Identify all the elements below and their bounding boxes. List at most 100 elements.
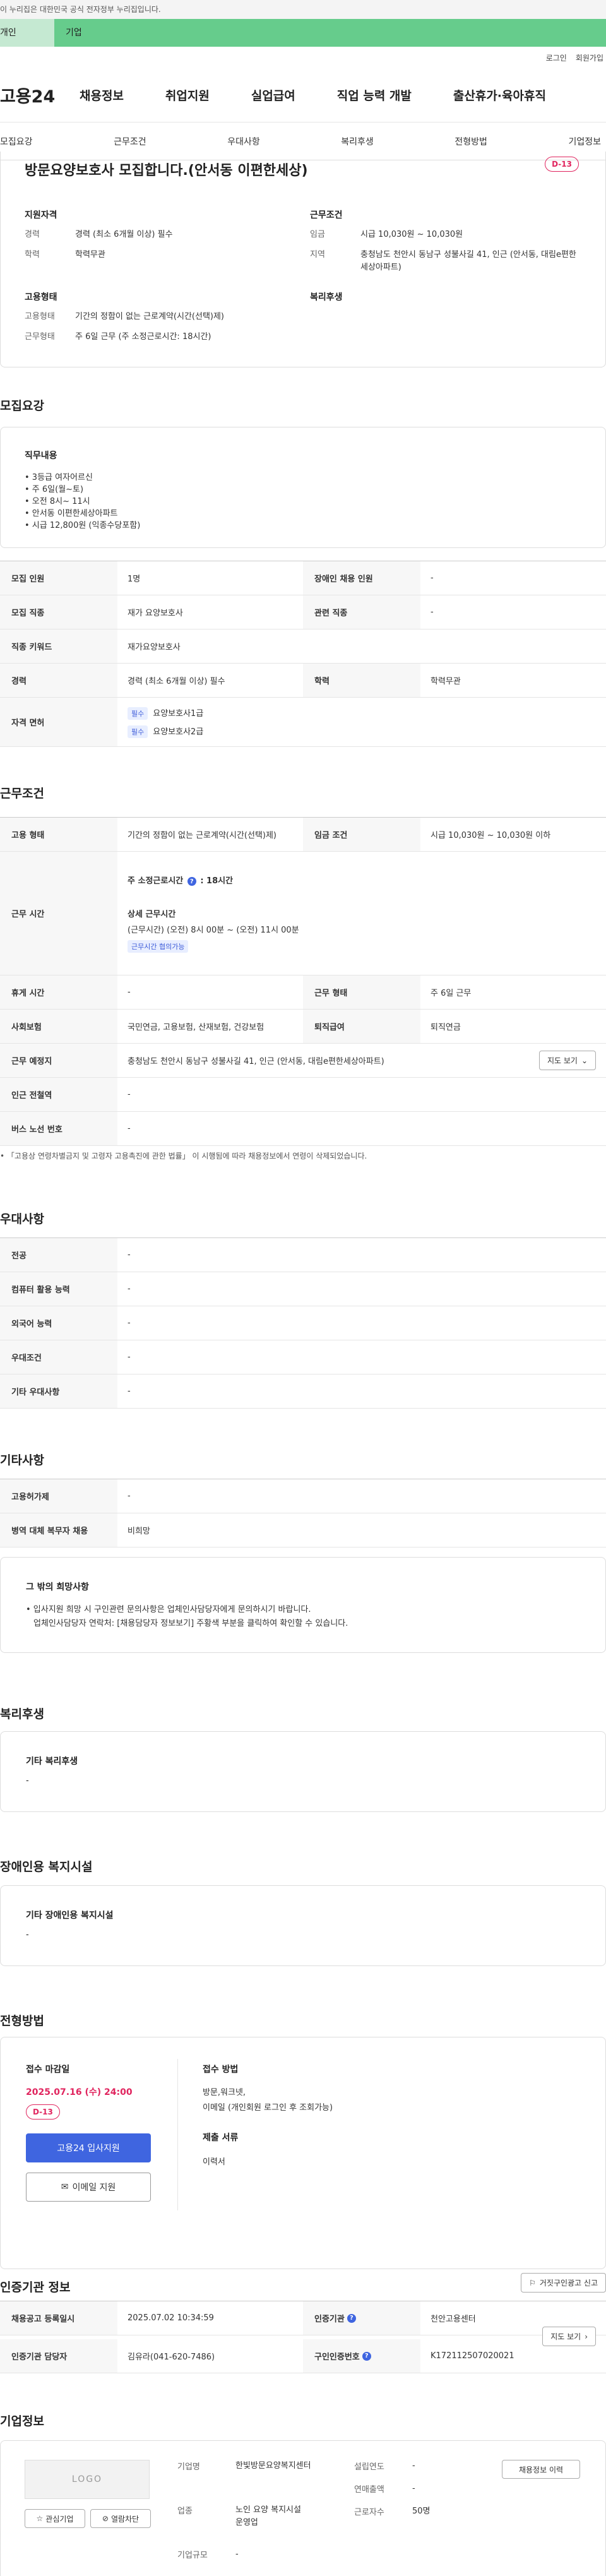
- age-note: • 「고용상 연령차별금지 및 고령자 고용촉진에 관한 법률」 이 시행됨에 …: [0, 1152, 367, 1160]
- company-founded-row: 설립연도 -: [354, 2460, 415, 2472]
- recruit-section-title: 모집요강: [0, 399, 44, 413]
- major-label: 전공: [0, 1238, 117, 1272]
- user-type-tabs: 개인 기업: [0, 19, 606, 47]
- license-item: 필수 요양보호사2급: [128, 725, 203, 738]
- disabled-sub-title: 기타 장애인용 복지시설: [26, 1911, 114, 1921]
- cond-wage-label: 임금: [310, 230, 325, 239]
- signup-link[interactable]: 회원가입: [576, 52, 603, 63]
- duty-box: 직무내용 • 3등급 여자어르신 • 주 6일(월~토) • 오전 8시~ 11…: [0, 427, 606, 548]
- gov-banner: 이 누리집은 대한민국 공식 전자정부 누리집입니다.: [0, 0, 606, 19]
- career-label: 경력: [0, 664, 117, 697]
- map-button[interactable]: 지도 보기 ⌄: [538, 1051, 596, 1070]
- company-employees-row: 근로자수 50명: [354, 2505, 431, 2518]
- sales-value: -: [412, 2484, 415, 2493]
- place-label: 근무 예정지: [0, 1044, 117, 1077]
- info-icon[interactable]: ?: [347, 2313, 356, 2323]
- info-icon[interactable]: ?: [362, 2351, 371, 2361]
- insurance-label: 사회보험: [0, 1010, 117, 1043]
- tab-company[interactable]: 기업정보: [568, 135, 601, 148]
- dday-text: D-13: [545, 157, 579, 172]
- table-row: 휴게 시간 - 근무 형태 주 6일 근무: [0, 975, 606, 1010]
- prefer-section-title: 우대사항: [0, 1212, 44, 1226]
- method-value-2: 이메일 (개인회원 로그인 후 조회가능): [203, 2103, 333, 2113]
- deadline-value: 2025.07.16 (수) 24:00: [26, 2087, 133, 2097]
- work-time-label: 근무 시간: [0, 852, 117, 975]
- block-view-label: 열람차단: [110, 2514, 140, 2524]
- interest-company-label: 관심기업: [45, 2514, 74, 2524]
- license-list: 필수 요양보호사1급 필수 요양보호사2급: [117, 698, 606, 746]
- hiring-history-button[interactable]: 채용정보 이력: [502, 2460, 580, 2479]
- login-link[interactable]: 로그인: [546, 52, 567, 63]
- agency-map-button[interactable]: 지도 보기 ›: [542, 2327, 596, 2346]
- nav-parental-leave[interactable]: 출산휴가·육아휴직: [453, 86, 546, 104]
- subway-label: 인근 전철역: [0, 1078, 117, 1111]
- site-logo[interactable]: 고용24: [0, 83, 80, 107]
- table-row: 직종 키워드 재가요양보호사: [0, 629, 606, 664]
- company-name-value: 한빛방문요양복지센터: [235, 2461, 311, 2471]
- block-icon: ⊘: [102, 2514, 109, 2523]
- work-section-title: 근무조건: [0, 787, 44, 801]
- table-row: 모집 인원 1명 장애인 채용 인원 -: [0, 561, 606, 595]
- interest-company-button[interactable]: ☆ 관심기업: [25, 2509, 85, 2528]
- work-form-label: 근무 형태: [303, 975, 420, 1009]
- main-nav: 고용24 채용정보 취업지원 실업급여 직업 능력 개발 출산휴가·육아휴직: [0, 68, 606, 122]
- email-apply-button[interactable]: ✉ 이메일 지원: [26, 2173, 151, 2202]
- nav-employment-support[interactable]: 취업지원: [165, 86, 210, 104]
- chevron-down-icon: ⌄: [581, 1056, 588, 1065]
- table-row: 자격 면허 필수 요양보호사1급 필수 요양보호사2급: [0, 698, 606, 747]
- qualification-block: 지원자격 경력 경력 (최소 6개월 이상) 필수 학력 학력무관: [25, 208, 296, 269]
- employees-label: 근로자수: [354, 2508, 384, 2517]
- deadline-dday: D-13: [26, 2104, 60, 2120]
- work-permit-value: -: [128, 1491, 131, 1501]
- disabled-count-value: -: [431, 573, 434, 583]
- job-summary-card: 방문요양보호사 모집합니다.(안서동 이편한세상) D-13 지원자격 경력 경력…: [0, 152, 606, 367]
- info-icon[interactable]: ?: [187, 877, 196, 886]
- welfare-title: 복리후생: [310, 292, 343, 302]
- wage-label: 임금 조건: [303, 818, 420, 851]
- license-label: 자격 면허: [0, 698, 117, 746]
- emp-form-label: 근무형태: [25, 332, 55, 342]
- tab-work[interactable]: 근무조건: [114, 135, 146, 148]
- table-row: 고용 형태 기간의 정함이 없는 근로계약(시간(선택)제) 임금 조건 시급 …: [0, 818, 606, 852]
- detail-hours-value: (근무시간) (오전) 8시 00분 ~ (오전) 11시 00분: [128, 926, 299, 936]
- age-note-text: 「고용상 연령차별금지 및 고령자 고용촉진에 관한 법률」 이 시행됨에 따라…: [6, 1152, 367, 1160]
- nav-training[interactable]: 직업 능력 개발: [337, 86, 412, 104]
- scale-value: -: [235, 2549, 239, 2559]
- keyword-value: 재가요양보호사: [128, 643, 181, 652]
- cond-region-label: 지역: [310, 250, 325, 259]
- other-wish-line: • 입사지원 희망 시 구인관련 문의사항은 업체인사담당자에게 문의하시기 바…: [26, 1605, 311, 1614]
- recruit-table: 모집 인원 1명 장애인 채용 인원 - 모집 직종 재가 요양보호사 관련 직…: [0, 561, 606, 747]
- education-value: 학력무관: [431, 677, 461, 686]
- company-sales-row: 연매출액 -: [354, 2483, 415, 2495]
- license-name: 요양보호사1급: [153, 708, 204, 719]
- disabled-count-label: 장애인 채용 인원: [303, 561, 420, 595]
- qual-career-value: 경력 (최소 6개월 이상) 필수: [75, 230, 173, 239]
- table-row: 인증기관 담당자 김유라(041-620-7486) 구인인증번호? K1721…: [0, 2339, 606, 2373]
- tab-benefit[interactable]: 복리후생: [341, 135, 374, 148]
- work-form-value: 주 6일 근무: [431, 989, 472, 998]
- table-row: 전공 -: [0, 1238, 606, 1272]
- report-fake-ad-button[interactable]: ⚐ 거짓구인광고 신고: [521, 2273, 606, 2293]
- major-value: -: [128, 1250, 131, 1260]
- manager-label: 인증기관 담당자: [0, 2339, 117, 2373]
- tab-personal[interactable]: 개인: [0, 19, 54, 47]
- nav-jobs[interactable]: 채용정보: [80, 86, 124, 104]
- work-table: 고용 형태 기간의 정함이 없는 근로계약(시간(선택)제) 임금 조건 시급 …: [0, 817, 606, 1146]
- tab-prefer[interactable]: 우대사항: [227, 135, 260, 148]
- tab-recruit[interactable]: 모집요강: [0, 135, 33, 148]
- cond-region: 지역 충청남도 천안시 동남구 성불사길 41, 인근 (안서동, 대림e편한세상…: [310, 249, 581, 274]
- cond-wage-value: 시급 10,030원 ~ 10,030원: [360, 230, 463, 239]
- apply-button[interactable]: 고용24 입사지원: [26, 2133, 151, 2162]
- tab-selection[interactable]: 전형방법: [454, 135, 487, 148]
- prefer-table: 전공 - 컴퓨터 활용 능력 - 외국어 능력 - 우대조건 - 기타 우대사항 -: [0, 1237, 606, 1409]
- manager-value: 김유라(041-620-7486): [128, 2352, 215, 2362]
- rest-value: -: [128, 987, 131, 997]
- benefit-value: -: [26, 1776, 29, 1786]
- gov-banner-text: 이 누리집은 대한민국 공식 전자정부 누리집입니다.: [0, 5, 161, 14]
- weekly-hours-label: 주 소정근로시간: [128, 876, 184, 886]
- tab-company[interactable]: 기업: [54, 19, 606, 47]
- block-view-button[interactable]: ⊘ 열람차단: [90, 2509, 151, 2528]
- duty-list: • 3등급 여자어르신 • 주 6일(월~토) • 오전 8시~ 11시 • 안…: [25, 472, 581, 532]
- founded-value: -: [412, 2461, 415, 2471]
- nav-unemployment[interactable]: 실업급여: [251, 86, 295, 104]
